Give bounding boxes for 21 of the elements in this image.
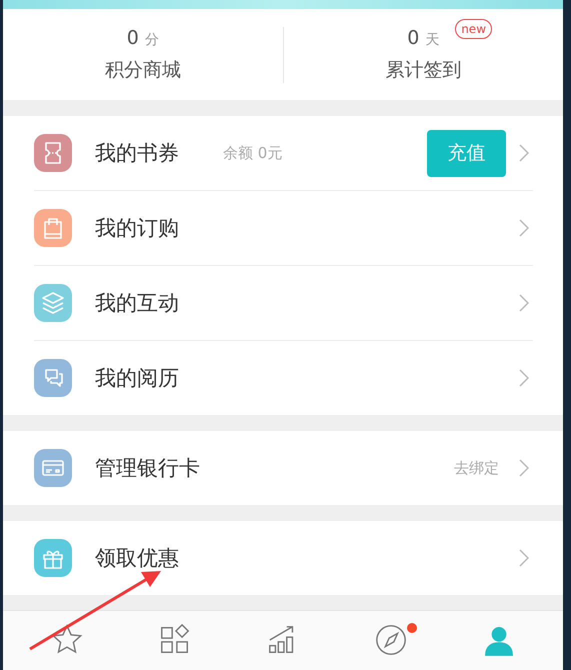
menu-item[interactable]: 我的订购 (95, 214, 179, 242)
chevron-right-icon (519, 459, 529, 477)
menu-item[interactable]: 领取优惠 (95, 544, 179, 572)
menu-item[interactable]: 管理银行卡 (95, 454, 200, 482)
chevron-right-icon (519, 294, 529, 312)
stat-unit: 天 (425, 30, 440, 48)
menu-item[interactable]: 我的互动 (95, 289, 179, 317)
chevron-right-icon (519, 219, 529, 237)
stat-value: 0 (407, 26, 420, 48)
chevron-right-icon (519, 144, 529, 162)
compass-icon[interactable] (374, 623, 408, 657)
stat-label[interactable]: 累计签到 (385, 56, 462, 82)
stat-unit: 分 (144, 30, 159, 48)
chevron-right-icon (519, 369, 529, 387)
stat-value: 0 (126, 26, 139, 48)
chevron-right-icon (519, 549, 529, 567)
menu-item[interactable]: 我的书券 (95, 139, 179, 167)
balance-text: 余额 0元 (223, 144, 282, 162)
stat-label[interactable]: 积分商城 (104, 56, 181, 82)
new-badge: new (455, 18, 492, 38)
menu-item[interactable]: 我的阅历 (95, 364, 179, 392)
